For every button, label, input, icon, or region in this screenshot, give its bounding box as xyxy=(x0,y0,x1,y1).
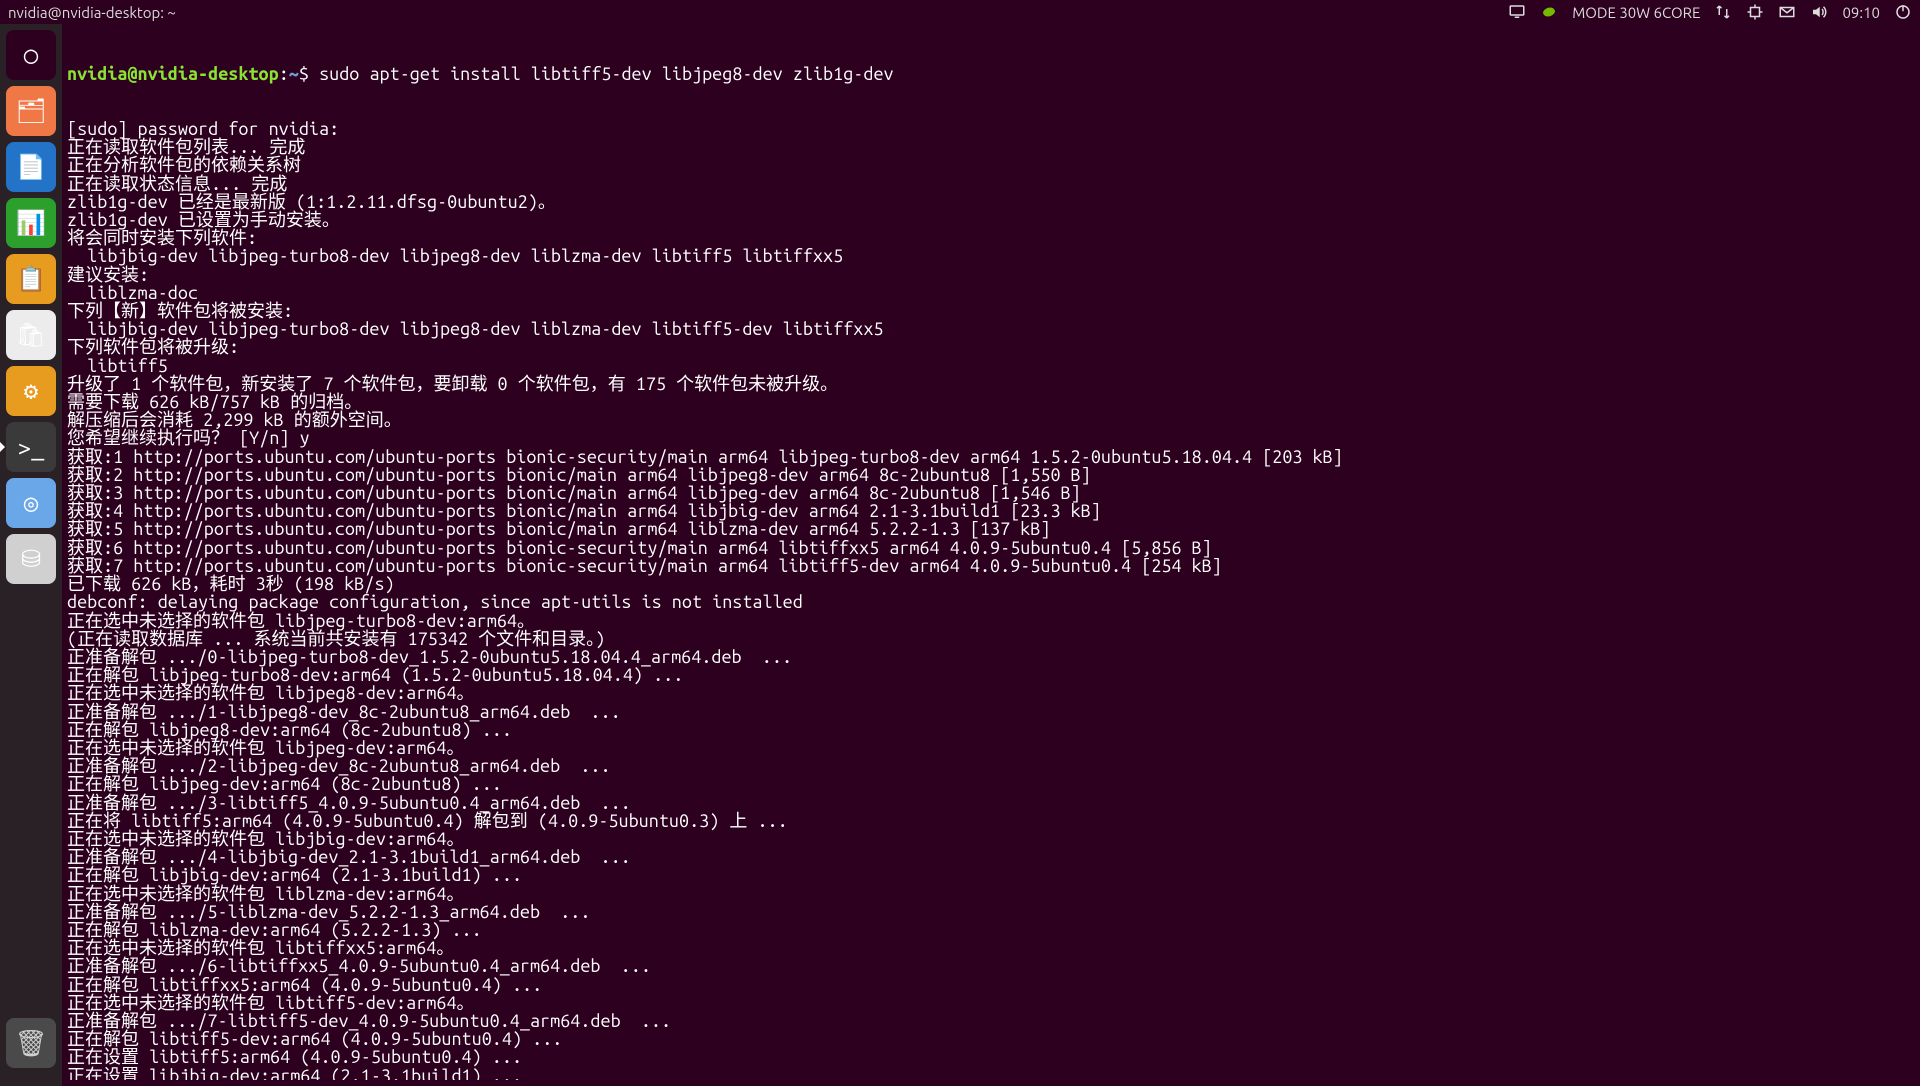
launcher-files[interactable]: 🗂 xyxy=(6,86,56,136)
terminal-line: 正在设置 libjbig-dev:arm64 (2.1-3.1build1) .… xyxy=(67,1067,1915,1080)
terminal-line: 获取:3 http://ports.ubuntu.com/ubuntu-port… xyxy=(67,484,1915,502)
terminal-line: [sudo] password for nvidia: xyxy=(67,120,1915,138)
terminal-line: 获取:2 http://ports.ubuntu.com/ubuntu-port… xyxy=(67,466,1915,484)
terminal-line: 升级了 1 个软件包，新安装了 7 个软件包，要卸载 0 个软件包，有 175 … xyxy=(67,375,1915,393)
terminal-line: 正准备解包 .../4-libjbig-dev_2.1-3.1build1_ar… xyxy=(67,848,1915,866)
launcher-calc[interactable]: 📊 xyxy=(6,198,56,248)
launcher-impress[interactable]: 📋 xyxy=(6,254,56,304)
terminal-line: 获取:6 http://ports.ubuntu.com/ubuntu-port… xyxy=(67,539,1915,557)
terminal-output[interactable]: [sudo] password for nvidia: 正在读取软件包列表...… xyxy=(67,120,1915,1080)
terminal-line: 您希望继续执行吗？ [Y/n] y xyxy=(67,429,1915,447)
terminal-line: 正在解包 libjpeg-dev:arm64 (8c-2ubuntu8) ... xyxy=(67,775,1915,793)
terminal-line: 正准备解包 .../2-libjpeg-dev_8c-2ubuntu8_arm6… xyxy=(67,757,1915,775)
terminal-line: 正在分析软件包的依赖关系树 xyxy=(67,156,1915,174)
network-updown-icon[interactable] xyxy=(1714,3,1732,21)
prompt-path: ~ xyxy=(289,64,299,84)
terminal-line: 获取:7 http://ports.ubuntu.com/ubuntu-port… xyxy=(67,557,1915,575)
prompt-line[interactable]: nvidia@nvidia-desktop:~$ sudo apt-get in… xyxy=(67,65,1915,83)
terminal-line: 正准备解包 .../5-liblzma-dev_5.2.2-1.3_arm64.… xyxy=(67,903,1915,921)
terminal-line: 需要下载 626 kB/757 kB 的归档。 xyxy=(67,393,1915,411)
terminal-line: 正在选中未选择的软件包 liblzma-dev:arm64。 xyxy=(67,885,1915,903)
terminal-line: 正在解包 libjpeg-turbo8-dev:arm64 (1.5.2-0ub… xyxy=(67,666,1915,684)
chip-icon[interactable] xyxy=(1746,3,1764,21)
launcher-writer[interactable]: 📄 xyxy=(6,142,56,192)
terminal-line: 正在将 libtiff5:arm64 (4.0.9-5ubuntu0.4) 解包… xyxy=(67,812,1915,830)
launcher-drive[interactable]: ⛁ xyxy=(6,534,56,584)
terminal-line: (正在读取数据库 ... 系统当前共安装有 175342 个文件和目录。) xyxy=(67,630,1915,648)
terminal-line: 正在解包 libtiffxx5:arm64 (4.0.9-5ubuntu0.4)… xyxy=(67,976,1915,994)
terminal-window[interactable]: nvidia@nvidia-desktop:~$ sudo apt-get in… xyxy=(62,24,1920,1080)
terminal-line: libjbig-dev libjpeg-turbo8-dev libjpeg8-… xyxy=(67,247,1915,265)
power-icon[interactable] xyxy=(1894,3,1912,21)
launcher-trash[interactable]: 🗑 xyxy=(6,1018,56,1068)
launcher-chromium[interactable]: ◎ xyxy=(6,478,56,528)
terminal-line: debconf: delaying package configuration,… xyxy=(67,593,1915,611)
launcher-terminal[interactable]: >_ xyxy=(6,422,56,472)
terminal-line: 正在解包 libjpeg8-dev:arm64 (8c-2ubuntu8) ..… xyxy=(67,721,1915,739)
terminal-line: 正在选中未选择的软件包 libjpeg-turbo8-dev:arm64。 xyxy=(67,612,1915,630)
terminal-line: 正在读取软件包列表... 完成 xyxy=(67,138,1915,156)
terminal-line: 建议安装: xyxy=(67,266,1915,284)
terminal-line: 下列软件包将被升级: xyxy=(67,338,1915,356)
window-title: nvidia@nvidia-desktop: ~ xyxy=(8,4,176,21)
terminal-line: 正准备解包 .../7-libtiff5-dev_4.0.9-5ubuntu0.… xyxy=(67,1012,1915,1030)
terminal-line: 正在选中未选择的软件包 libtiff5-dev:arm64。 xyxy=(67,994,1915,1012)
terminal-line: 获取:5 http://ports.ubuntu.com/ubuntu-port… xyxy=(67,520,1915,538)
terminal-line: 正准备解包 .../1-libjpeg8-dev_8c-2ubuntu8_arm… xyxy=(67,703,1915,721)
terminal-line: 下列【新】软件包将被安装: xyxy=(67,302,1915,320)
terminal-line: 获取:1 http://ports.ubuntu.com/ubuntu-port… xyxy=(67,448,1915,466)
top-menubar: nvidia@nvidia-desktop: ~ MODE 30W 6CORE … xyxy=(0,0,1920,24)
terminal-line: zlib1g-dev 已设置为手动安装。 xyxy=(67,211,1915,229)
terminal-line: liblzma-doc xyxy=(67,284,1915,302)
terminal-line: 正在读取状态信息... 完成 xyxy=(67,175,1915,193)
terminal-line: 正在选中未选择的软件包 libjpeg8-dev:arm64。 xyxy=(67,684,1915,702)
terminal-line: 正在解包 liblzma-dev:arm64 (5.2.2-1.3) ... xyxy=(67,921,1915,939)
terminal-line: 获取:4 http://ports.ubuntu.com/ubuntu-port… xyxy=(67,502,1915,520)
terminal-line: 正在设置 libtiff5:arm64 (4.0.9-5ubuntu0.4) .… xyxy=(67,1048,1915,1066)
terminal-line: 正在选中未选择的软件包 libtiffxx5:arm64。 xyxy=(67,939,1915,957)
terminal-line: 正准备解包 .../3-libtiff5_4.0.9-5ubuntu0.4_ar… xyxy=(67,794,1915,812)
prompt-colon: : xyxy=(279,64,289,84)
terminal-line: 正准备解包 .../0-libjpeg-turbo8-dev_1.5.2-0ub… xyxy=(67,648,1915,666)
command-text: sudo apt-get install libtiff5-dev libjpe… xyxy=(319,64,894,84)
prompt-user-host: nvidia@nvidia-desktop xyxy=(67,64,279,84)
launcher-software[interactable]: 🛍 xyxy=(6,310,56,360)
terminal-line: 解压缩后会消耗 2,299 kB 的额外空间。 xyxy=(67,411,1915,429)
terminal-line: libjbig-dev libjpeg-turbo8-dev libjpeg8-… xyxy=(67,320,1915,338)
terminal-line: 正在选中未选择的软件包 libjpeg-dev:arm64。 xyxy=(67,739,1915,757)
launcher-settings[interactable]: ⚙ xyxy=(6,366,56,416)
screen-icon[interactable] xyxy=(1508,3,1526,21)
terminal-line: 将会同时安装下列软件: xyxy=(67,229,1915,247)
terminal-line: 已下载 626 kB，耗时 3秒 (198 kB/s) xyxy=(67,575,1915,593)
mail-icon[interactable] xyxy=(1778,3,1796,21)
terminal-line: zlib1g-dev 已经是最新版 (1:1.2.11.dfsg-0ubuntu… xyxy=(67,193,1915,211)
launcher-dock: ○ 🗂 📄 📊 📋 🛍 ⚙ >_ ◎ ⛁ 🗑 xyxy=(0,24,62,1086)
terminal-line: 正在选中未选择的软件包 libjbig-dev:arm64。 xyxy=(67,830,1915,848)
terminal-line: 正在解包 libtiff5-dev:arm64 (4.0.9-5ubuntu0.… xyxy=(67,1030,1915,1048)
nvidia-logo-icon[interactable] xyxy=(1540,3,1558,21)
status-area: MODE 30W 6CORE 09:10 xyxy=(1508,3,1912,21)
terminal-line: 正准备解包 .../6-libtiffxx5_4.0.9-5ubuntu0.4_… xyxy=(67,957,1915,975)
clock[interactable]: 09:10 xyxy=(1842,4,1880,21)
terminal-line: 正在解包 libjbig-dev:arm64 (2.1-3.1build1) .… xyxy=(67,866,1915,884)
volume-icon[interactable] xyxy=(1810,3,1828,21)
power-mode-label[interactable]: MODE 30W 6CORE xyxy=(1572,4,1700,21)
launcher-ubuntu-dash[interactable]: ○ xyxy=(6,30,56,80)
terminal-line: libtiff5 xyxy=(67,357,1915,375)
prompt-dollar: $ xyxy=(299,64,309,84)
